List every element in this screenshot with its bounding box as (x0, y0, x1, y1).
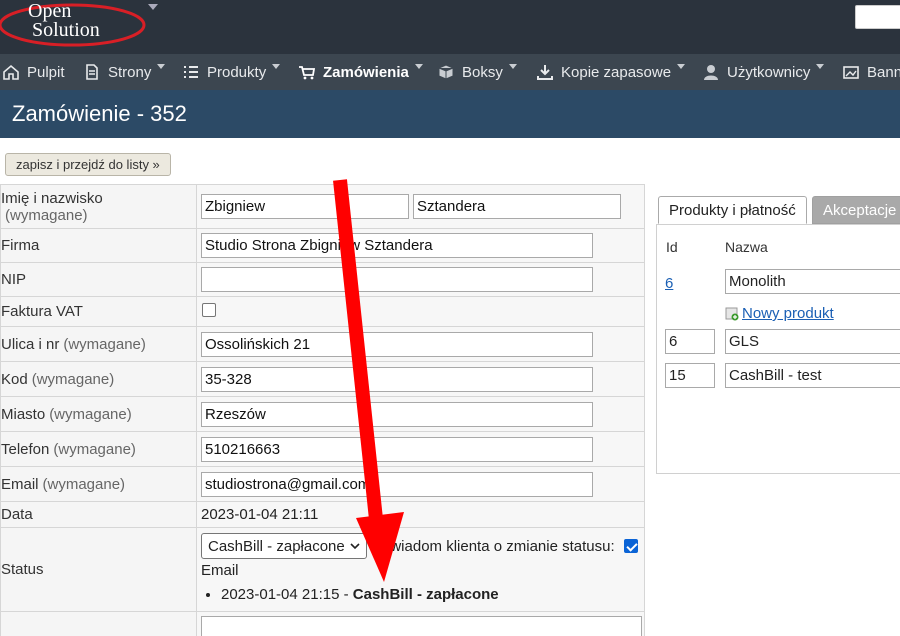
red-arrow-annotation (333, 179, 404, 582)
